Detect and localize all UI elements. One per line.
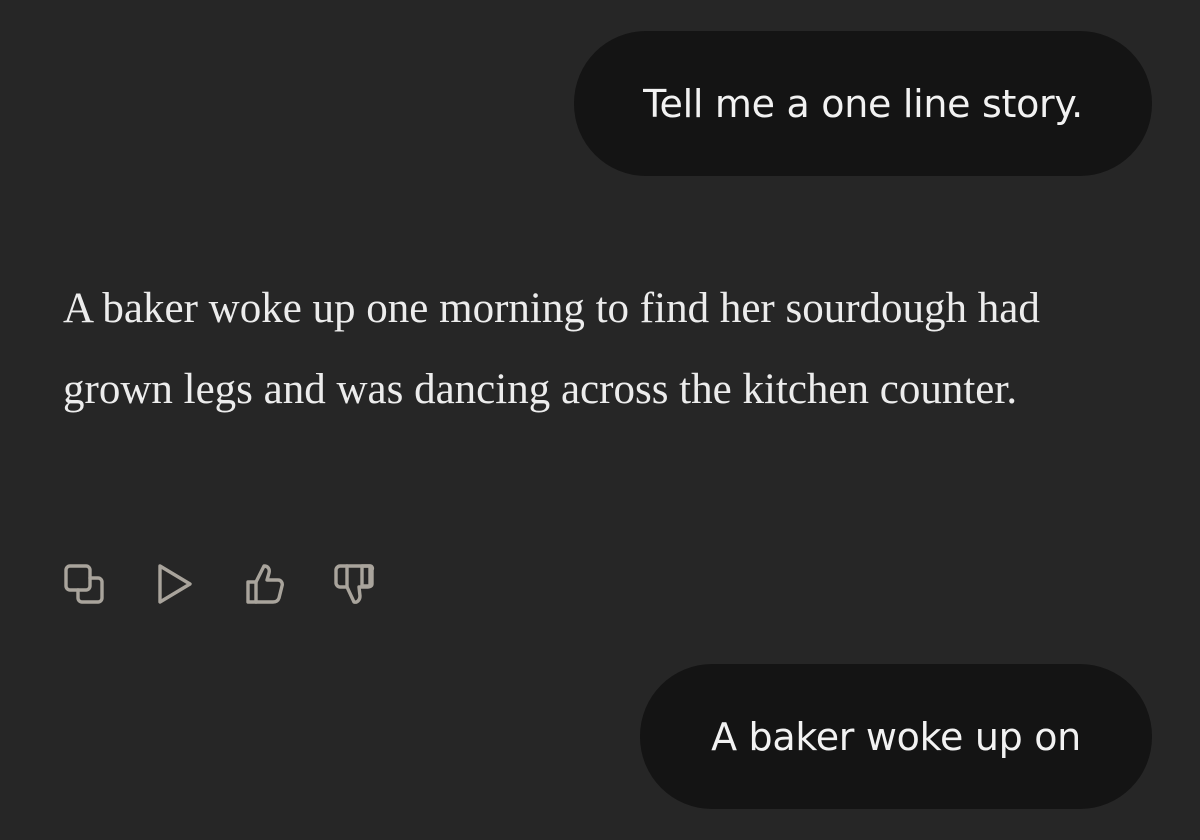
copy-icon bbox=[60, 560, 108, 613]
thumbs-up-button[interactable] bbox=[240, 562, 288, 610]
read-aloud-button[interactable] bbox=[150, 562, 198, 610]
thumbs-up-icon bbox=[240, 560, 288, 613]
thumbs-down-button[interactable] bbox=[330, 562, 378, 610]
play-icon bbox=[150, 560, 198, 613]
user-message-text: A baker woke up on bbox=[711, 714, 1081, 759]
user-message-bubble: Tell me a one line story. bbox=[574, 31, 1152, 176]
assistant-message-text: A baker woke up one morning to find her … bbox=[63, 285, 1040, 413]
message-actions-toolbar bbox=[60, 562, 378, 610]
user-message-text: Tell me a one line story. bbox=[643, 81, 1083, 126]
copy-button[interactable] bbox=[60, 562, 108, 610]
thumbs-down-icon bbox=[330, 560, 378, 613]
user-message-bubble: A baker woke up on bbox=[640, 664, 1152, 809]
